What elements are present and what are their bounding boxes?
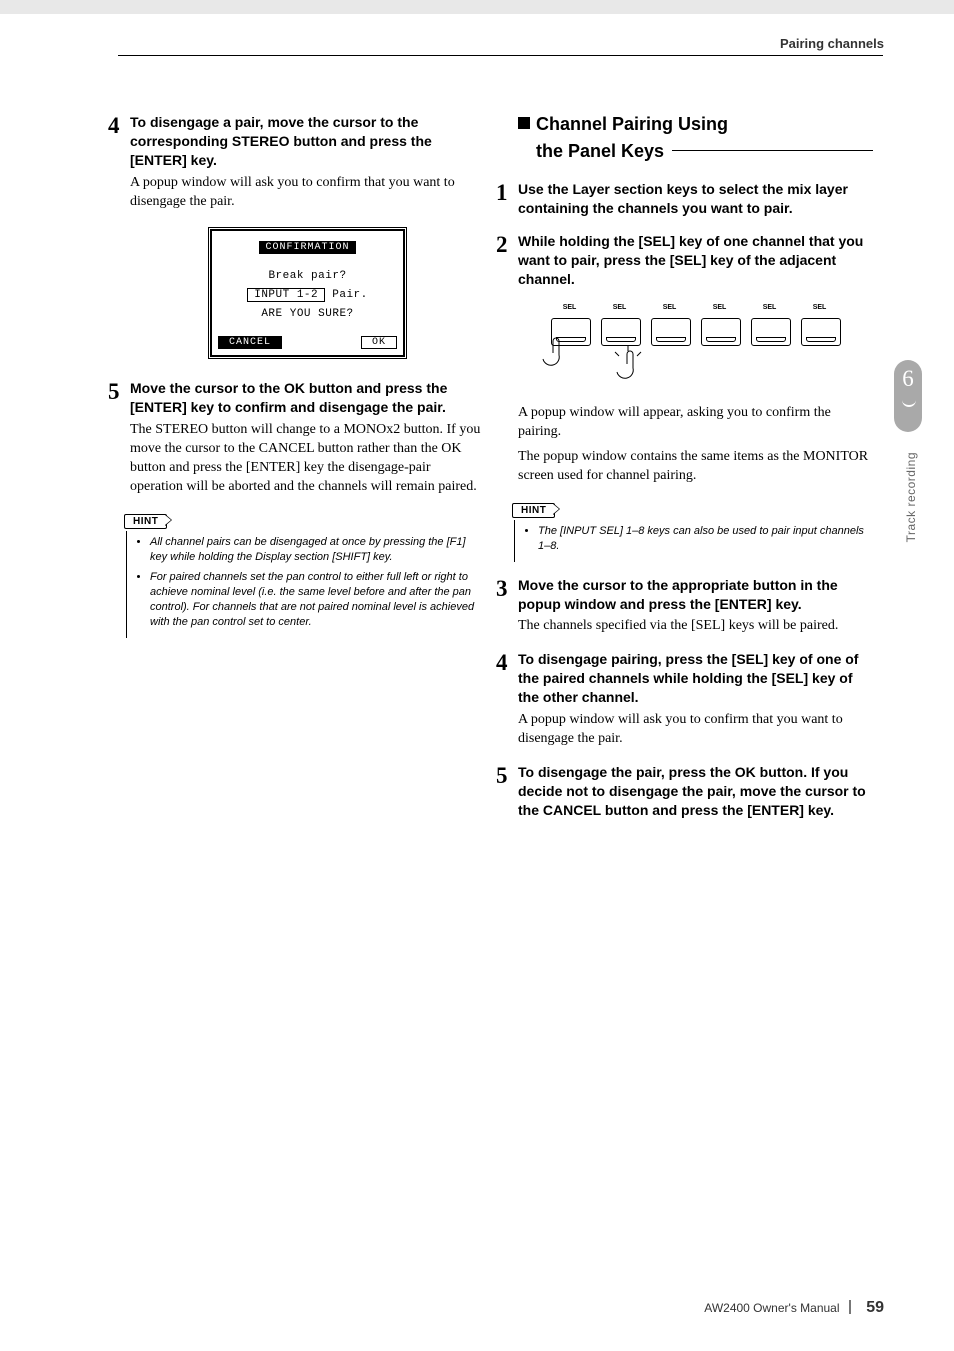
footer-product: AW2400 Owner's Manual <box>704 1301 839 1315</box>
section-heading-row2: the Panel Keys <box>518 140 873 163</box>
sel-button-6 <box>801 318 841 346</box>
step-number: 5 <box>108 379 120 405</box>
sel-label: SEL <box>651 304 689 311</box>
step2-body2: The popup window contains the same items… <box>518 448 873 486</box>
sel-key-diagram: SEL SEL SEL SEL SEL SEL <box>551 304 841 384</box>
footer-divider <box>849 1300 851 1314</box>
top-strip <box>0 0 954 14</box>
left-step-4: 4 To disengage a pair, move the cursor t… <box>130 113 485 211</box>
step-heading: Move the cursor to the OK button and pre… <box>130 379 485 417</box>
chapter-arc-icon <box>902 395 916 407</box>
step-number: 4 <box>496 650 508 676</box>
page-footer: AW2400 Owner's Manual 59 <box>704 1299 884 1317</box>
section-heading-line2: the Panel Keys <box>536 140 664 163</box>
hint-arrow-icon <box>553 503 560 515</box>
step-heading: Move the cursor to the appropriate butto… <box>518 576 873 614</box>
step-heading: Use the Layer section keys to select the… <box>518 180 873 218</box>
section-heading-line1: Channel Pairing Using <box>536 114 728 134</box>
step-number: 3 <box>496 576 508 602</box>
header-rule <box>118 55 883 56</box>
sel-button-2 <box>601 318 641 346</box>
hint-box-right: HINT The [INPUT SEL] 1–8 keys can also b… <box>512 500 873 562</box>
sel-button-3 <box>651 318 691 346</box>
sel-label: SEL <box>551 304 589 311</box>
ok-button[interactable]: OK <box>361 336 397 349</box>
step-number: 4 <box>108 113 120 139</box>
popup-confirm-text: ARE YOU SURE? <box>218 308 397 320</box>
popup-target-row: INPUT 1-2 Pair. <box>218 288 397 302</box>
popup-input-label: INPUT 1-2 <box>247 288 325 302</box>
sel-label: SEL <box>801 304 839 311</box>
hand-press-icon <box>533 336 573 376</box>
step-heading: To disengage a pair, move the cursor to … <box>130 113 485 170</box>
sel-label: SEL <box>751 304 789 311</box>
right-step-2: 2 While holding the [SEL] key of one cha… <box>518 232 873 289</box>
hint-arrow-icon <box>165 514 172 526</box>
hint-list: All channel pairs can be disengaged at o… <box>126 531 485 638</box>
confirmation-popup: CONFIRMATION Break pair? INPUT 1-2 Pair.… <box>208 227 407 359</box>
hint-item: For paired channels set the pan control … <box>150 570 485 629</box>
cancel-button[interactable]: CANCEL <box>218 336 282 349</box>
popup-pair-suffix: Pair. <box>332 289 368 301</box>
sel-button-5 <box>751 318 791 346</box>
step-body: A popup window will ask you to confirm t… <box>518 711 873 749</box>
step-body: A popup window will ask you to confirm t… <box>130 174 485 212</box>
right-column: Channel Pairing Using the Panel Keys 1 U… <box>518 113 873 834</box>
popup-title: CONFIRMATION <box>259 241 355 254</box>
step-number: 1 <box>496 180 508 206</box>
popup-question: Break pair? <box>218 270 397 282</box>
popup-inner: CONFIRMATION Break pair? INPUT 1-2 Pair.… <box>210 229 405 357</box>
step-number: 2 <box>496 232 508 258</box>
step-heading: To disengage the pair, press the OK butt… <box>518 763 873 820</box>
section-heading: Channel Pairing Using <box>518 113 873 136</box>
right-step-5: 5 To disengage the pair, press the OK bu… <box>518 763 873 820</box>
step-body: The channels specified via the [SEL] key… <box>518 617 873 636</box>
chapter-title: Track recording <box>904 452 918 542</box>
step-body: The STEREO button will change to a MONOx… <box>130 421 485 497</box>
chapter-tab: 6 Track recording <box>892 360 922 620</box>
sel-label: SEL <box>701 304 739 311</box>
section-rule-line <box>672 150 873 151</box>
hint-item: All channel pairs can be disengaged at o… <box>150 535 485 565</box>
sel-label: SEL <box>601 304 639 311</box>
left-column: 4 To disengage a pair, move the cursor t… <box>130 113 485 646</box>
hint-box-left: HINT All channel pairs can be disengaged… <box>124 511 485 638</box>
left-step-5: 5 Move the cursor to the OK button and p… <box>130 379 485 496</box>
sel-button-4 <box>701 318 741 346</box>
step-heading: To disengage pairing, press the [SEL] ke… <box>518 650 873 707</box>
hand-tap-icon <box>607 344 647 394</box>
square-bullet-icon <box>518 117 530 129</box>
footer-page-number: 59 <box>866 1299 884 1316</box>
step2-body1: A popup window will appear, asking you t… <box>518 404 873 442</box>
right-step-4: 4 To disengage pairing, press the [SEL] … <box>518 650 873 748</box>
hint-label: HINT <box>124 514 167 529</box>
chapter-number-badge: 6 <box>894 360 922 432</box>
page: Pairing channels 4 To disengage a pair, … <box>0 0 954 1351</box>
hint-item: The [INPUT SEL] 1–8 keys can also be use… <box>538 524 873 554</box>
hint-label: HINT <box>512 503 555 518</box>
running-header: Pairing channels <box>780 36 884 51</box>
popup-button-row: CANCEL OK <box>218 336 397 349</box>
step-heading: While holding the [SEL] key of one chann… <box>518 232 873 289</box>
hint-list: The [INPUT SEL] 1–8 keys can also be use… <box>514 520 873 562</box>
step-number: 5 <box>496 763 508 789</box>
chapter-number: 6 <box>902 366 914 391</box>
right-step-3: 3 Move the cursor to the appropriate but… <box>518 576 873 637</box>
right-step-1: 1 Use the Layer section keys to select t… <box>518 180 873 218</box>
